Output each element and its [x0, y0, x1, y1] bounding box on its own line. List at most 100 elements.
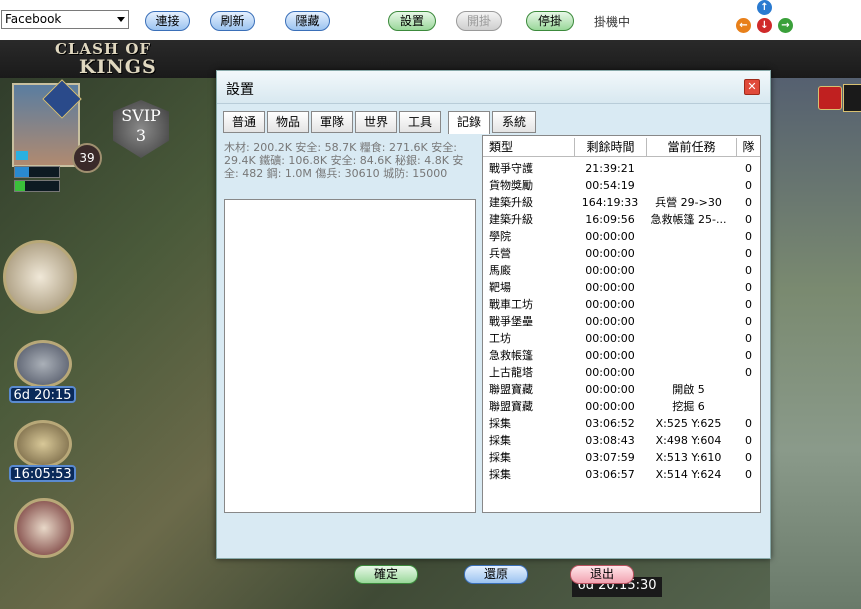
game-right-panel [770, 78, 861, 609]
table-cell: 0 [745, 247, 752, 260]
column-header-remaining[interactable]: 剩餘時間 [575, 138, 647, 157]
table-row[interactable]: 採集 03:06:57 X:514 Y:624 0 [483, 466, 760, 483]
arrow-down-icon[interactable]: ↓ [757, 18, 772, 33]
table-cell: 0 [745, 315, 752, 328]
table-cell: X:525 Y:625 [655, 417, 722, 430]
close-icon[interactable]: ✕ [744, 79, 760, 95]
tab-general[interactable]: 普通 [223, 111, 265, 133]
table-cell: 0 [745, 349, 752, 362]
tab-army[interactable]: 軍隊 [311, 111, 353, 133]
status-text: 掛機中 [594, 15, 631, 29]
quest-scroll-icon[interactable] [14, 498, 74, 558]
start-button[interactable]: 開掛 [456, 11, 502, 31]
table-row[interactable]: 學院 00:00:00 0 [483, 228, 760, 245]
event-icon[interactable] [14, 340, 72, 388]
table-cell: 兵營 29->30 [655, 196, 722, 209]
event-timer: 6d 20:15 [9, 386, 76, 403]
table-cell: 採集 [489, 417, 511, 430]
table-row[interactable]: 建築升級 164:19:33 兵營 29->30 0 [483, 194, 760, 211]
table-cell: 00:00:00 [585, 298, 635, 311]
refresh-button[interactable]: 刷新 [210, 11, 255, 31]
table-row[interactable]: 兵營 00:00:00 0 [483, 245, 760, 262]
table-cell: 0 [745, 213, 752, 226]
table-row[interactable]: 工坊 00:00:00 0 [483, 330, 760, 347]
stop-button[interactable]: 停掛 [526, 11, 574, 31]
table-cell: 0 [745, 434, 752, 447]
table-row[interactable]: 建築升級 16:09:56 急救帳篷 25-... 0 [483, 211, 760, 228]
ok-button[interactable]: 確定 [354, 565, 418, 584]
table-row[interactable]: 聯盟寶藏 00:00:00 開啟 5 [483, 381, 760, 398]
column-header-type[interactable]: 類型 [483, 138, 575, 157]
log-output-box[interactable] [224, 199, 476, 513]
table-row[interactable]: 靶場 00:00:00 0 [483, 279, 760, 296]
table-cell: 戰爭守護 [489, 162, 533, 175]
table-row[interactable]: 貨物獎勵 00:54:19 0 [483, 177, 760, 194]
tab-log[interactable]: 記錄 [448, 111, 490, 134]
table-cell: 0 [745, 230, 752, 243]
table-cell: X:513 Y:610 [655, 451, 722, 464]
tab-tools[interactable]: 工具 [399, 111, 441, 133]
table-cell: 03:07:59 [585, 451, 635, 464]
table-row[interactable]: 上古龍塔 00:00:00 0 [483, 364, 760, 381]
table-cell: 00:00:00 [585, 230, 635, 243]
table-row[interactable]: 採集 03:07:59 X:513 Y:610 0 [483, 449, 760, 466]
table-cell: 00:00:00 [585, 366, 635, 379]
table-row[interactable]: 採集 03:08:43 X:498 Y:604 0 [483, 432, 760, 449]
table-row[interactable]: 戰爭守護 21:39:21 0 [483, 160, 760, 177]
table-row[interactable]: 馬廄 00:00:00 0 [483, 262, 760, 279]
exit-button[interactable]: 退出 [570, 565, 634, 584]
restore-button[interactable]: 還原 [464, 565, 528, 584]
logo-line-2: KINGS [79, 56, 157, 78]
player-level-badge: 39 [72, 143, 102, 173]
table-cell: 建築升級 [489, 196, 533, 209]
tab-world[interactable]: 世界 [355, 111, 397, 133]
mail-scroll-icon[interactable] [3, 240, 77, 314]
hide-button[interactable]: 隱藏 [285, 11, 330, 31]
table-cell: 21:39:21 [585, 162, 635, 175]
stamina-bar [14, 180, 60, 192]
flag-icon[interactable] [818, 86, 842, 110]
table-cell: 聯盟寶藏 [489, 400, 533, 413]
table-cell: 戰爭堡壘 [489, 315, 533, 328]
table-cell: 0 [745, 196, 752, 209]
table-cell: 00:54:19 [585, 179, 635, 192]
account-select-value: Facebook [5, 12, 62, 26]
table-cell: 急救帳篷 25-... [650, 213, 727, 226]
tab-items[interactable]: 物品 [267, 111, 309, 133]
arrow-up-icon[interactable]: ↑ [757, 0, 772, 15]
table-cell: 03:06:52 [585, 417, 635, 430]
table-row[interactable]: 戰車工坊 00:00:00 0 [483, 296, 760, 313]
column-header-queue[interactable]: 隊 [737, 138, 760, 157]
connect-button[interactable]: 連接 [145, 11, 190, 31]
table-cell: 00:00:00 [585, 315, 635, 328]
table-row[interactable]: 採集 03:06:52 X:525 Y:625 0 [483, 415, 760, 432]
task-table[interactable]: 類型 剩餘時間 當前任務 隊 戰爭守護 21:39:21 0 貨物獎勵 00:54:19… [482, 135, 761, 513]
table-cell: 0 [745, 366, 752, 379]
camera-icon[interactable] [16, 151, 28, 160]
arrow-right-icon[interactable]: → [778, 18, 793, 33]
dialog-title: 設置 [226, 82, 254, 98]
table-cell: 聯盟寶藏 [489, 383, 533, 396]
building-icon[interactable] [14, 420, 72, 468]
table-cell: 0 [745, 179, 752, 192]
account-select[interactable]: Facebook [1, 10, 129, 29]
tab-system[interactable]: 系統 [492, 111, 536, 133]
menu-icon[interactable] [843, 84, 861, 112]
table-cell: 兵營 [489, 247, 511, 260]
column-header-task[interactable]: 當前任務 [647, 138, 737, 157]
table-cell: 馬廄 [489, 264, 511, 277]
arrow-left-icon[interactable]: ← [736, 18, 751, 33]
table-cell: 00:00:00 [585, 264, 635, 277]
dialog-body: 普通 物品 軍隊 世界 工具 記錄 系統 木材: 200.2K 安全: 58.7… [217, 104, 770, 584]
table-cell: 00:00:00 [585, 400, 635, 413]
game-logo: CLASH OF KINGS [55, 40, 157, 78]
table-row[interactable]: 急救帳篷 00:00:00 0 [483, 347, 760, 364]
table-row[interactable]: 聯盟寶藏 00:00:00 挖掘 6 [483, 398, 760, 415]
table-row[interactable]: 戰爭堡壘 00:00:00 0 [483, 313, 760, 330]
table-cell: 貨物獎勵 [489, 179, 533, 192]
table-cell: 03:08:43 [585, 434, 635, 447]
table-cell: 採集 [489, 434, 511, 447]
settings-button[interactable]: 設置 [388, 11, 436, 31]
table-cell: 採集 [489, 451, 511, 464]
table-cell: 03:06:57 [585, 468, 635, 481]
